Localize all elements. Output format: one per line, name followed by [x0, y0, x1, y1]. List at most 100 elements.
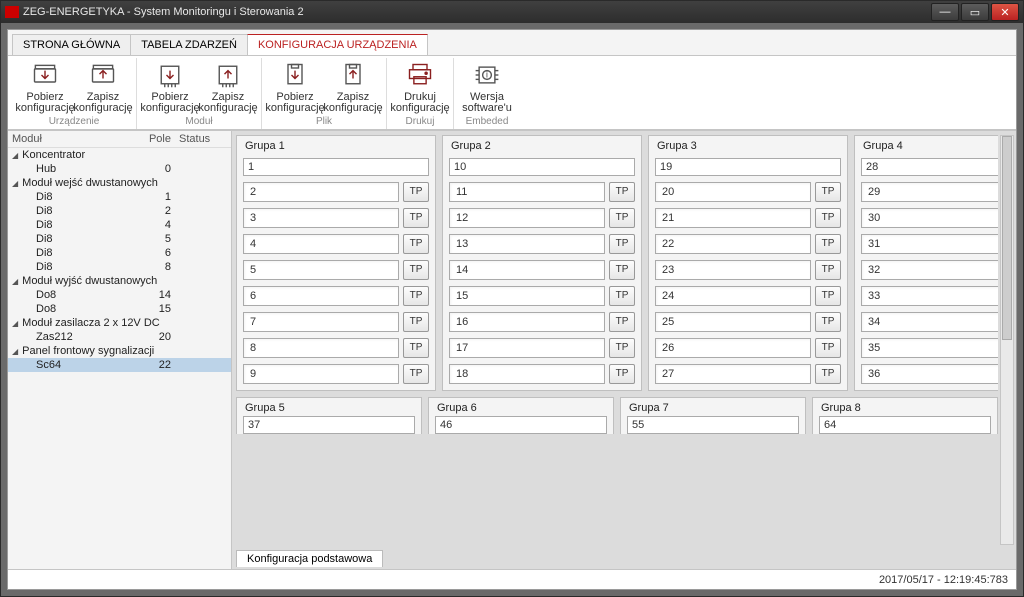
tree-group[interactable]: Panel frontowy sygnalizacji [8, 344, 231, 358]
minimize-button[interactable]: — [931, 3, 959, 21]
tree-item[interactable]: Sc6422 [8, 358, 231, 372]
value-input[interactable] [243, 208, 399, 228]
tab-2[interactable]: KONFIGURACJA URZĄDZENIA [247, 34, 428, 55]
tree-group[interactable]: Moduł wejść dwustanowych [8, 176, 231, 190]
group-first-value[interactable]: 64 [819, 416, 991, 434]
group-first-value[interactable]: 10 [449, 158, 635, 176]
ribbon-btn-0-1[interactable]: Zapiszkonfigurację [74, 58, 132, 114]
value-input[interactable] [861, 338, 998, 358]
tree-item[interactable]: Do814 [8, 288, 231, 302]
tp-button[interactable]: TP [609, 338, 635, 358]
value-input[interactable] [655, 182, 811, 202]
tree-item[interactable]: Do815 [8, 302, 231, 316]
tp-button[interactable]: TP [403, 182, 429, 202]
vertical-scrollbar[interactable] [1000, 135, 1014, 545]
value-input[interactable] [449, 312, 605, 332]
value-input[interactable] [243, 364, 399, 384]
tp-button[interactable]: TP [403, 338, 429, 358]
tp-button[interactable]: TP [403, 312, 429, 332]
ribbon-btn-1-0[interactable]: Pobierzkonfigurację [141, 58, 199, 114]
tp-button[interactable]: TP [403, 364, 429, 384]
tree-item[interactable]: Di82 [8, 204, 231, 218]
tp-button[interactable]: TP [815, 364, 841, 384]
group-first-value[interactable]: 1 [243, 158, 429, 176]
tree-item[interactable]: Di81 [8, 190, 231, 204]
ribbon-btn-label: Drukujkonfigurację [390, 92, 449, 114]
bottom-tab[interactable]: Konfiguracja podstawowa [236, 550, 383, 567]
value-input[interactable] [243, 182, 399, 202]
value-input[interactable] [449, 182, 605, 202]
ribbon-btn-1-1[interactable]: Zapiszkonfigurację [199, 58, 257, 114]
value-input[interactable] [861, 286, 998, 306]
value-input[interactable] [655, 364, 811, 384]
tree-item[interactable]: Di86 [8, 246, 231, 260]
tp-button[interactable]: TP [609, 208, 635, 228]
tp-button[interactable]: TP [403, 208, 429, 228]
tree-group[interactable]: Koncentrator [8, 148, 231, 162]
ribbon-btn-3-0[interactable]: Drukujkonfigurację [391, 58, 449, 114]
tp-button[interactable]: TP [815, 182, 841, 202]
value-input[interactable] [449, 338, 605, 358]
tp-button[interactable]: TP [609, 286, 635, 306]
module-upload-icon [212, 60, 244, 90]
close-button[interactable]: ✕ [991, 3, 1019, 21]
tp-button[interactable]: TP [609, 234, 635, 254]
value-input[interactable] [861, 260, 998, 280]
ribbon-btn-0-0[interactable]: Pobierzkonfigurację [16, 58, 74, 114]
value-input[interactable] [243, 286, 399, 306]
tp-button[interactable]: TP [815, 234, 841, 254]
tree-item[interactable]: Zas21220 [8, 330, 231, 344]
value-input[interactable] [861, 234, 998, 254]
tree-item[interactable]: Di84 [8, 218, 231, 232]
value-input[interactable] [449, 286, 605, 306]
group-first-value[interactable]: 19 [655, 158, 841, 176]
value-input[interactable] [861, 208, 998, 228]
tree-group[interactable]: Moduł wyjść dwustanowych [8, 274, 231, 288]
value-input[interactable] [243, 260, 399, 280]
value-input[interactable] [449, 364, 605, 384]
tp-button[interactable]: TP [403, 260, 429, 280]
group-first-value[interactable]: 37 [243, 416, 415, 434]
scrollbar-thumb[interactable] [1002, 136, 1012, 340]
tree-item[interactable]: Di85 [8, 232, 231, 246]
value-input[interactable] [243, 338, 399, 358]
value-input[interactable] [655, 338, 811, 358]
tp-button[interactable]: TP [815, 312, 841, 332]
value-input[interactable] [861, 364, 998, 384]
value-input[interactable] [449, 234, 605, 254]
tp-button[interactable]: TP [815, 286, 841, 306]
group-first-value[interactable]: 46 [435, 416, 607, 434]
tree-item[interactable]: Di88 [8, 260, 231, 274]
value-input[interactable] [655, 234, 811, 254]
value-input[interactable] [861, 182, 998, 202]
value-input[interactable] [243, 312, 399, 332]
tp-button[interactable]: TP [403, 286, 429, 306]
ribbon-btn-4-0[interactable]: iWersjasoftware'u [458, 58, 516, 114]
value-input[interactable] [655, 312, 811, 332]
ribbon-btn-2-1[interactable]: Zapiszkonfigurację [324, 58, 382, 114]
value-input[interactable] [449, 208, 605, 228]
tp-button[interactable]: TP [815, 208, 841, 228]
sidebar-tree[interactable]: KoncentratorHub0Moduł wejść dwustanowych… [8, 148, 231, 569]
group-first-value[interactable]: 55 [627, 416, 799, 434]
tree-group[interactable]: Moduł zasilacza 2 x 12V DC [8, 316, 231, 330]
value-input[interactable] [655, 260, 811, 280]
tp-button[interactable]: TP [403, 234, 429, 254]
value-input[interactable] [449, 260, 605, 280]
value-input[interactable] [655, 208, 811, 228]
tab-1[interactable]: TABELA ZDARZEŃ [130, 34, 248, 55]
tp-button[interactable]: TP [609, 260, 635, 280]
tp-button[interactable]: TP [815, 338, 841, 358]
tp-button[interactable]: TP [609, 182, 635, 202]
value-input[interactable] [655, 286, 811, 306]
tp-button[interactable]: TP [815, 260, 841, 280]
group-first-value[interactable]: 28 [861, 158, 998, 176]
ribbon-btn-2-0[interactable]: Pobierzkonfigurację [266, 58, 324, 114]
tab-0[interactable]: STRONA GŁÓWNA [12, 34, 131, 55]
maximize-button[interactable]: ▭ [961, 3, 989, 21]
value-input[interactable] [243, 234, 399, 254]
tp-button[interactable]: TP [609, 312, 635, 332]
tree-item[interactable]: Hub0 [8, 162, 231, 176]
value-input[interactable] [861, 312, 998, 332]
tp-button[interactable]: TP [609, 364, 635, 384]
